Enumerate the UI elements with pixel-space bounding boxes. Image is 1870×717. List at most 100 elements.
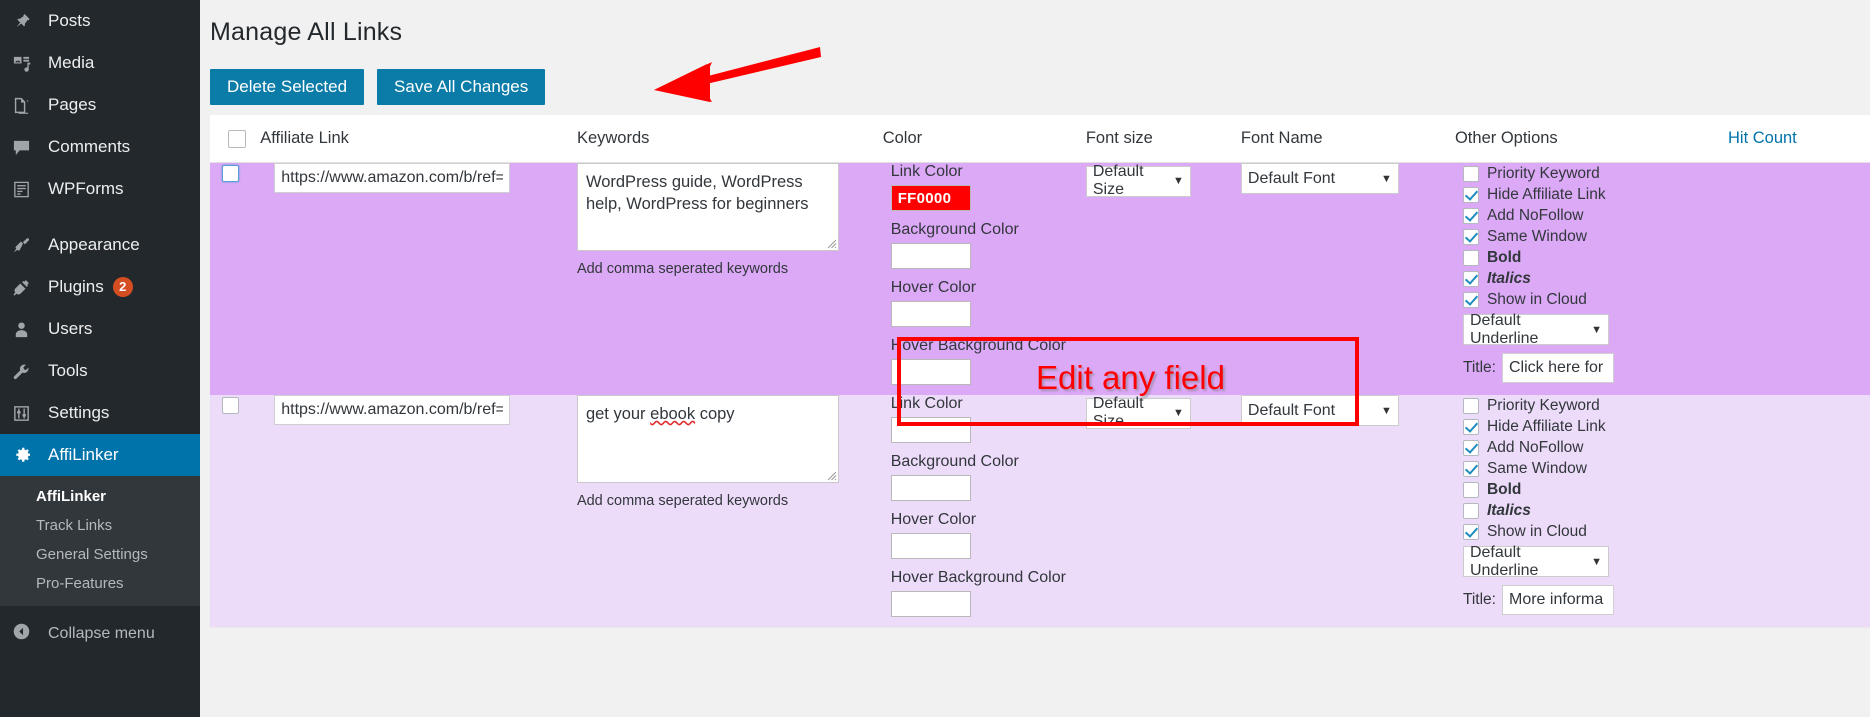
priority-keyword-checkbox[interactable] <box>1462 397 1479 414</box>
sidebar-item-label: Media <box>48 53 95 72</box>
affilinker-submenu: AffiLinker Track Links General Settings … <box>0 476 200 606</box>
sidebar-item-tools[interactable]: Tools <box>0 350 200 392</box>
sidebar-item-comments[interactable]: Comments <box>0 126 200 168</box>
keywords-hint: Add comma seperated keywords <box>576 261 789 277</box>
submenu-item-general-settings[interactable]: General Settings <box>0 540 200 569</box>
bold-checkbox[interactable] <box>1462 481 1479 498</box>
affiliate-link-input[interactable] <box>274 395 511 425</box>
sidebar-item-users[interactable]: Users <box>0 308 200 350</box>
option-label: Show in Cloud <box>1486 290 1587 308</box>
keywords-textarea[interactable]: get your ebook copy <box>576 395 839 483</box>
title-field-row: Title: <box>1463 353 1728 383</box>
sidebar-item-posts[interactable]: Posts <box>0 0 200 42</box>
same-window-checkbox[interactable] <box>1462 460 1479 477</box>
hover-background-color-input[interactable] <box>890 359 971 385</box>
title-input[interactable] <box>1501 353 1614 383</box>
submenu-item-pro-features[interactable]: Pro-Features <box>0 569 200 598</box>
chevron-down-icon: ▼ <box>1172 175 1184 187</box>
underline-select[interactable]: Default Underline ▼ <box>1462 544 1609 579</box>
color-cell: Link Color Background Color Hover Color … <box>882 162 1086 395</box>
option-add-nofollow[interactable]: Add NoFollow <box>1462 205 1728 226</box>
submenu-item-track-links[interactable]: Track Links <box>0 511 200 540</box>
sidebar-item-label: AffiLinker <box>48 445 119 464</box>
title-input[interactable] <box>1501 585 1614 615</box>
underline-select[interactable]: Default Underline ▼ <box>1462 312 1609 347</box>
show-in-cloud-checkbox[interactable] <box>1462 291 1479 308</box>
collapse-menu-button[interactable]: Collapse menu <box>0 612 200 656</box>
italics-checkbox[interactable] <box>1462 270 1479 287</box>
option-bold[interactable]: Bold <box>1462 479 1728 500</box>
option-italics[interactable]: Italics <box>1462 500 1728 521</box>
option-label: Italics <box>1486 269 1531 287</box>
title-label: Title: <box>1462 591 1496 608</box>
delete-selected-button[interactable]: Delete Selected <box>210 69 365 105</box>
option-show-in-cloud[interactable]: Show in Cloud <box>1462 289 1728 310</box>
sidebar-item-label: Pages <box>48 95 97 114</box>
add-nofollow-checkbox[interactable] <box>1462 439 1479 456</box>
sidebar-item-wpforms[interactable]: WPForms <box>0 168 200 210</box>
same-window-checkbox[interactable] <box>1462 228 1479 245</box>
sidebar-item-media[interactable]: Media <box>0 42 200 84</box>
table-row: WordPress guide, WordPress help, WordPre… <box>210 162 1870 395</box>
chevron-down-icon: ▼ <box>1591 555 1602 568</box>
save-all-changes-button[interactable]: Save All Changes <box>377 69 546 105</box>
other-options-cell: Priority Keyword Hide Affiliate Link Add… <box>1454 162 1728 395</box>
option-italics[interactable]: Italics <box>1462 268 1728 289</box>
option-label: Add NoFollow <box>1486 206 1584 224</box>
select-all-checkbox[interactable] <box>228 129 246 148</box>
option-hide-affiliate-link[interactable]: Hide Affiliate Link <box>1462 416 1728 437</box>
option-show-in-cloud[interactable]: Show in Cloud <box>1462 521 1728 542</box>
hover-color-input[interactable] <box>890 533 971 559</box>
add-nofollow-checkbox[interactable] <box>1462 207 1479 224</box>
sidebar-separator <box>0 210 200 224</box>
row-select-checkbox[interactable] <box>222 397 239 414</box>
pages-icon <box>12 96 42 115</box>
sidebar-item-settings[interactable]: Settings <box>0 392 200 434</box>
priority-keyword-checkbox[interactable] <box>1462 165 1479 182</box>
affiliate-link-input[interactable] <box>274 163 511 193</box>
plugins-update-badge: 2 <box>112 277 133 297</box>
comment-icon <box>12 138 42 157</box>
sidebar-item-label: Comments <box>48 137 131 156</box>
font-size-cell: Default Size ▼ <box>1085 395 1241 627</box>
option-add-nofollow[interactable]: Add NoFollow <box>1462 437 1728 458</box>
sidebar-item-appearance[interactable]: Appearance <box>0 224 200 266</box>
header-color: Color <box>882 115 1086 163</box>
background-color-input[interactable] <box>890 475 971 501</box>
sidebar-item-plugins[interactable]: Plugins 2 <box>0 266 200 308</box>
font-size-select[interactable]: Default Size ▼ <box>1085 395 1191 430</box>
option-same-window[interactable]: Same Window <box>1462 458 1728 479</box>
font-size-select[interactable]: Default Size ▼ <box>1085 163 1191 198</box>
show-in-cloud-checkbox[interactable] <box>1462 523 1479 540</box>
hover-color-input[interactable] <box>890 301 971 327</box>
option-same-window[interactable]: Same Window <box>1462 226 1728 247</box>
links-table-body: WordPress guide, WordPress help, WordPre… <box>210 162 1870 627</box>
option-label: Bold <box>1486 248 1522 266</box>
link-color-input[interactable] <box>890 185 971 211</box>
sidebar-item-label: Posts <box>48 11 91 30</box>
link-color-input[interactable] <box>890 417 971 443</box>
header-hit-count[interactable]: Hit Count <box>1727 115 1870 163</box>
keywords-textarea[interactable]: WordPress guide, WordPress help, WordPre… <box>576 163 839 251</box>
font-name-select[interactable]: Default Font ▼ <box>1240 163 1399 194</box>
hide-affiliate-link-checkbox[interactable] <box>1462 186 1479 203</box>
submenu-item-affilinker[interactable]: AffiLinker <box>0 482 200 511</box>
font-name-select[interactable]: Default Font ▼ <box>1240 395 1399 426</box>
bold-checkbox[interactable] <box>1462 249 1479 266</box>
row-select-checkbox[interactable] <box>222 165 239 182</box>
main-content: Manage All Links Delete Selected Save Al… <box>200 0 1870 717</box>
option-hide-affiliate-link[interactable]: Hide Affiliate Link <box>1462 184 1728 205</box>
header-other-options: Other Options <box>1454 115 1728 163</box>
header-font-name: Font Name <box>1240 115 1455 163</box>
other-options-cell: Priority Keyword Hide Affiliate Link Add… <box>1454 395 1728 627</box>
background-color-input[interactable] <box>890 243 971 269</box>
font-size-value: Default Size <box>1092 163 1144 198</box>
sidebar-item-pages[interactable]: Pages <box>0 84 200 126</box>
hide-affiliate-link-checkbox[interactable] <box>1462 418 1479 435</box>
italics-checkbox[interactable] <box>1462 502 1479 519</box>
option-bold[interactable]: Bold <box>1462 247 1728 268</box>
option-priority-keyword[interactable]: Priority Keyword <box>1462 163 1728 184</box>
sidebar-item-affilinker[interactable]: AffiLinker <box>0 434 200 476</box>
option-priority-keyword[interactable]: Priority Keyword <box>1462 395 1728 416</box>
hover-background-color-input[interactable] <box>890 591 971 617</box>
